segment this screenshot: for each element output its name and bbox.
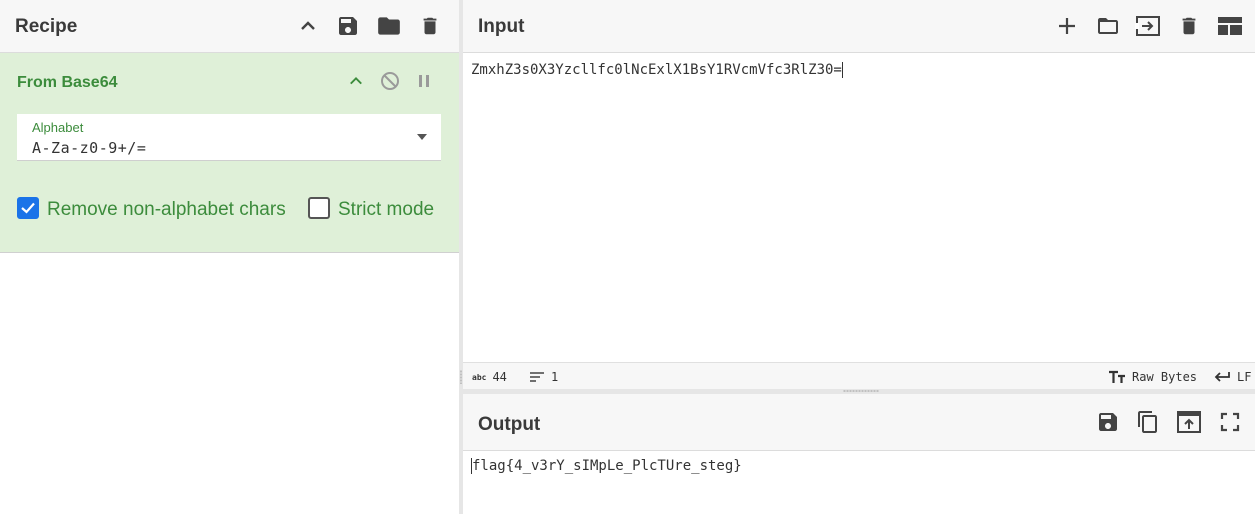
- eol-selector[interactable]: LF: [1213, 370, 1251, 384]
- operation-from-base64: From Base64 Alphabet A-Za-z0-9+/= Remove…: [0, 53, 459, 253]
- output-pane: Output flag{4_v3rY_sIMpLe_PlcTUre_steg}: [463, 394, 1255, 514]
- pause-icon: [419, 75, 429, 87]
- recipe-header: Recipe: [0, 0, 459, 53]
- char-count-value: 44: [492, 370, 507, 384]
- return-arrow-icon: [1214, 372, 1230, 382]
- strict-mode-label[interactable]: Strict mode: [338, 199, 434, 221]
- line-count: 1: [529, 370, 558, 384]
- lines-icon: [530, 372, 544, 382]
- operation-collapse-button[interactable]: [344, 69, 368, 93]
- input-title: Input: [478, 16, 525, 37]
- chevron-up-icon: [301, 21, 315, 30]
- checkmark-icon: [21, 202, 35, 214]
- open-folder-icon: [1098, 18, 1118, 34]
- remove-nonalpha-checkbox[interactable]: [17, 197, 39, 219]
- char-count: abc 44: [472, 370, 507, 384]
- input-pane: Input ZmxhZ3s0X3Yzcllfc0lNcExlX1BsY1RVcm…: [463, 0, 1255, 362]
- clear-input-button[interactable]: [1175, 12, 1203, 40]
- alphabet-value: A-Za-z0-9+/=: [32, 139, 147, 157]
- recipe-pane: Recipe From Base64 Alphabet A-Za-z0-9+/=: [0, 0, 459, 514]
- strict-mode-checkbox[interactable]: [308, 197, 330, 219]
- splitter-grip-icon: [843, 390, 879, 392]
- input-textarea[interactable]: ZmxhZ3s0X3Yzcllfc0lNcExlX1BsY1RVcmVfc3Rl…: [471, 62, 843, 78]
- text-caret: [841, 62, 843, 78]
- plus-icon: [1059, 18, 1075, 34]
- reset-layout-button[interactable]: [1216, 12, 1244, 40]
- text-size-icon: [1109, 370, 1125, 383]
- fullscreen-icon: [1220, 412, 1240, 432]
- input-header: Input: [463, 0, 1255, 53]
- load-recipe-button[interactable]: [375, 12, 403, 40]
- operation-disable-button[interactable]: [378, 69, 402, 93]
- trash-icon: [1182, 17, 1196, 35]
- remove-nonalpha-label[interactable]: Remove non-alphabet chars: [47, 199, 286, 221]
- clear-recipe-button[interactable]: [416, 12, 444, 40]
- abc-icon: abc: [472, 372, 487, 382]
- copy-output-button[interactable]: [1134, 408, 1162, 436]
- alphabet-label: Alphabet: [32, 120, 84, 135]
- recipe-title: Recipe: [15, 16, 78, 37]
- copy-icon: [1138, 411, 1157, 433]
- input-text: ZmxhZ3s0X3Yzcllfc0lNcExlX1BsY1RVcmVfc3Rl…: [471, 62, 842, 78]
- dropdown-caret-icon[interactable]: [417, 134, 427, 140]
- input-status-bar: abc 44 1 Raw Bytes LF: [463, 362, 1255, 389]
- trash-icon: [423, 17, 437, 35]
- save-recipe-button[interactable]: [334, 12, 362, 40]
- input-import-icon: [1135, 16, 1160, 36]
- save-icon: [1099, 413, 1117, 431]
- open-folder-input-button[interactable]: [1134, 12, 1162, 40]
- encoding-selector[interactable]: Raw Bytes: [1108, 370, 1197, 384]
- operation-pause-button[interactable]: [412, 69, 436, 93]
- raw-bytes-label: Raw Bytes: [1132, 370, 1198, 384]
- output-textarea[interactable]: flag{4_v3rY_sIMpLe_PlcTUre_steg}: [471, 458, 742, 474]
- disable-icon: [381, 72, 399, 90]
- add-input-tab-button[interactable]: [1053, 12, 1081, 40]
- alphabet-select[interactable]: Alphabet A-Za-z0-9+/=: [17, 114, 441, 161]
- line-count-value: 1: [551, 370, 559, 384]
- operation-title: From Base64: [17, 74, 118, 91]
- maximise-output-button[interactable]: [1216, 408, 1244, 436]
- output-title: Output: [478, 414, 541, 435]
- replace-input-with-output-button[interactable]: [1175, 408, 1203, 436]
- save-output-button[interactable]: [1094, 408, 1122, 436]
- open-file-button[interactable]: [1094, 12, 1122, 40]
- output-text: flag{4_v3rY_sIMpLe_PlcTUre_steg}: [472, 458, 742, 474]
- save-icon: [339, 17, 357, 35]
- eol-label: LF: [1237, 370, 1252, 384]
- move-to-input-icon: [1177, 411, 1201, 433]
- output-header: Output: [463, 394, 1255, 451]
- folder-icon: [378, 17, 400, 35]
- layout-icon: [1218, 17, 1242, 35]
- chevron-up-icon: [350, 77, 362, 85]
- collapse-all-button[interactable]: [294, 12, 322, 40]
- splitter-grip-icon: [460, 370, 462, 384]
